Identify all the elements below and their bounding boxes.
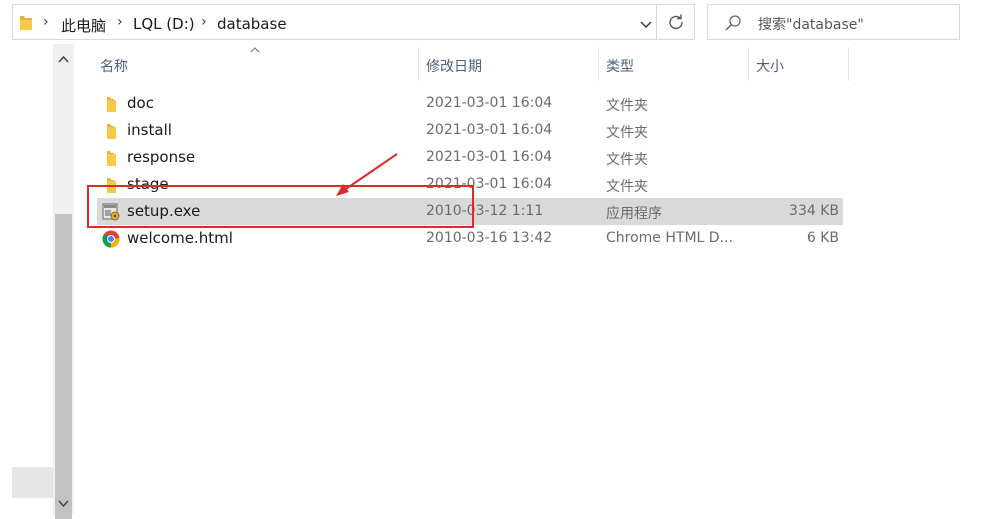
column-divider[interactable] xyxy=(598,47,599,81)
folder-icon xyxy=(107,97,116,112)
search-icon xyxy=(725,15,741,31)
scroll-up-icon[interactable] xyxy=(56,52,71,67)
file-row-doc[interactable]: doc 2021-03-01 16:04 文件夹 xyxy=(97,90,843,117)
file-size: 334 KB xyxy=(789,203,839,219)
nav-pane-scrollbar[interactable] xyxy=(53,44,74,519)
breadcrumb-database[interactable]: database xyxy=(217,15,287,33)
search-box[interactable]: 搜索"database" xyxy=(707,4,960,40)
breadcrumb-drive[interactable]: LQL (D:) xyxy=(133,15,195,33)
file-size: 6 KB xyxy=(806,230,839,246)
chrome-icon xyxy=(102,230,120,248)
search-placeholder: 搜索"database" xyxy=(758,17,864,33)
column-header-name[interactable]: 名称 xyxy=(100,56,128,76)
file-type: 文件夹 xyxy=(606,179,648,195)
refresh-button[interactable] xyxy=(656,4,695,40)
column-divider[interactable] xyxy=(748,47,749,81)
file-row-response[interactable]: response 2021-03-01 16:04 文件夹 xyxy=(97,144,843,171)
annotation-highlight-box xyxy=(87,185,474,228)
chevron-right-icon[interactable]: › xyxy=(117,14,123,30)
column-header-size[interactable]: 大小 xyxy=(756,56,784,76)
scroll-down-icon[interactable] xyxy=(56,496,71,511)
scrollbar-thumb[interactable] xyxy=(55,214,72,519)
annotation-arrow xyxy=(336,153,398,196)
file-row-install[interactable]: install 2021-03-01 16:04 文件夹 xyxy=(97,117,843,144)
chevron-right-icon[interactable]: › xyxy=(201,14,207,30)
file-name: welcome.html xyxy=(127,229,233,247)
file-modified: 2021-03-01 16:04 xyxy=(426,122,553,138)
chevron-right-icon[interactable]: › xyxy=(43,14,49,30)
breadcrumb-this-pc[interactable]: 此电脑 xyxy=(61,15,106,36)
file-type: 文件夹 xyxy=(606,125,648,141)
folder-icon xyxy=(107,124,116,139)
nav-pane-hscroll[interactable] xyxy=(12,467,53,498)
column-header-modified[interactable]: 修改日期 xyxy=(426,56,482,76)
file-row-welcome-html[interactable]: welcome.html 2010-03-16 13:42 Chrome HTM… xyxy=(97,225,843,252)
file-name: install xyxy=(127,121,172,139)
sort-ascending-icon xyxy=(250,47,260,53)
refresh-icon xyxy=(668,14,683,30)
file-name: response xyxy=(127,148,196,166)
file-modified: 2021-03-01 16:04 xyxy=(426,149,553,165)
file-type: 文件夹 xyxy=(606,98,648,114)
folder-icon xyxy=(20,16,32,30)
file-type: 应用程序 xyxy=(606,206,662,222)
column-header-type[interactable]: 类型 xyxy=(606,56,634,76)
column-divider[interactable] xyxy=(418,47,419,81)
address-bar[interactable]: › 此电脑 › LQL (D:) › database xyxy=(12,4,695,40)
folder-icon xyxy=(107,151,116,166)
file-type: Chrome HTML D... xyxy=(606,230,733,246)
file-type: 文件夹 xyxy=(606,152,648,168)
file-modified: 2010-03-16 13:42 xyxy=(426,230,553,246)
column-divider[interactable] xyxy=(848,47,849,81)
chevron-down-icon[interactable] xyxy=(637,16,655,34)
file-name: doc xyxy=(127,94,154,112)
file-modified: 2021-03-01 16:04 xyxy=(426,95,553,111)
